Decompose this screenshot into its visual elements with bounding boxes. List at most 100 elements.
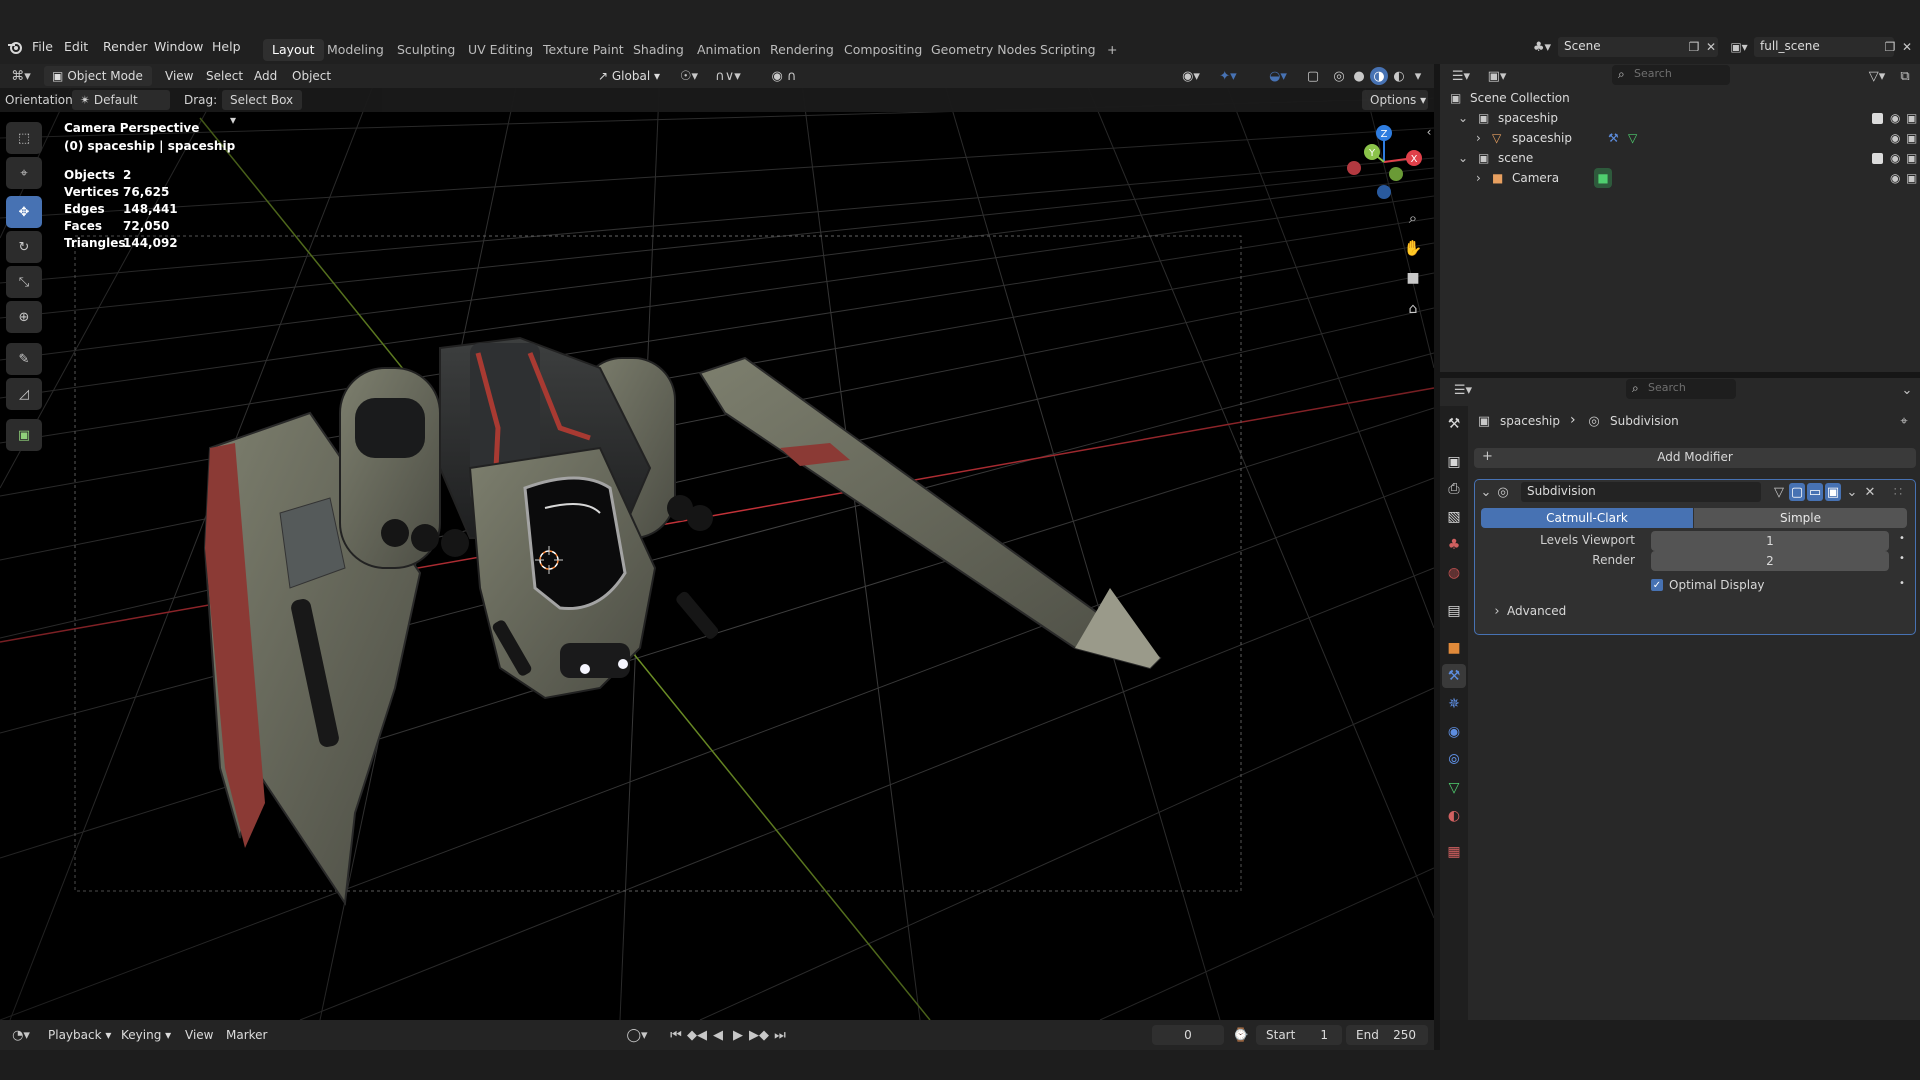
breadcrumb-modifier[interactable]: Subdivision (1610, 414, 1679, 428)
lock-camera-icon[interactable]: ⌂ (1402, 298, 1424, 320)
simple-button[interactable]: Simple (1694, 508, 1907, 528)
outliner-row-camera[interactable]: › ■ Camera ■ ◉ ▣ (1448, 168, 1918, 188)
new-view-layer-icon[interactable]: ❐ (1882, 38, 1898, 56)
timeline-view-menu[interactable]: View (185, 1026, 213, 1044)
keyframe-dot-icon[interactable]: • (1899, 553, 1905, 564)
output-tab-icon[interactable]: ⎙ (1442, 477, 1466, 501)
keyframe-dot-icon[interactable]: • (1899, 578, 1905, 589)
catmull-clark-button[interactable]: Catmull-Clark (1481, 508, 1693, 528)
menu-add[interactable]: Add (254, 67, 277, 85)
jump-next-keyframe-icon[interactable]: ▶◆ (749, 1026, 769, 1044)
object-tab-icon[interactable]: ■ (1442, 636, 1466, 660)
properties-search-input[interactable]: ⌕ Search (1626, 379, 1736, 399)
outliner-row-spaceship-collection[interactable]: ⌄ ▣ spaceship ◉ ▣ (1448, 108, 1918, 128)
advanced-subpanel-header[interactable]: Advanced (1507, 604, 1566, 618)
keying-menu[interactable]: Keying ▾ (121, 1026, 171, 1044)
move-tool[interactable]: ✥ (6, 196, 42, 228)
zoom-icon[interactable]: ⌕ (1402, 207, 1424, 229)
camera-data-icon[interactable]: ■ (1594, 168, 1612, 188)
clock-icon[interactable]: ⌚ (1232, 1026, 1250, 1044)
view-layer-tab-icon[interactable]: ▧ (1442, 505, 1466, 529)
physics-tab-icon[interactable]: ◉ (1442, 720, 1466, 744)
advanced-chevron-icon[interactable]: › (1491, 602, 1503, 620)
new-collection-icon[interactable]: ⧉ (1896, 67, 1914, 85)
render-camera-icon[interactable]: ▣ (1906, 108, 1917, 128)
tab-compositing[interactable]: Compositing (835, 39, 931, 61)
measure-tool[interactable]: ◿ (6, 378, 42, 410)
filter-icon[interactable]: ▽▾ (1864, 67, 1890, 85)
pivot-point-icon[interactable]: ☉▾ (676, 67, 702, 85)
tab-texture-paint[interactable]: Texture Paint (534, 39, 633, 61)
texture-tab-icon[interactable]: ▦ (1442, 840, 1466, 864)
tab-sculpting[interactable]: Sculpting (388, 39, 464, 61)
area-divider[interactable] (1440, 372, 1920, 378)
eye-icon[interactable]: ◉ (1890, 108, 1900, 128)
eye-icon[interactable]: ◉ (1890, 168, 1900, 188)
collection-tab-icon[interactable]: ▤ (1442, 599, 1466, 623)
expand-chevron-icon[interactable]: › (1476, 168, 1481, 188)
current-frame-field[interactable]: 0 (1152, 1025, 1224, 1045)
optimal-display-label[interactable]: Optimal Display (1669, 578, 1765, 592)
outliner-editor-icon[interactable]: ☰▾ (1448, 67, 1474, 85)
outliner-row-scene-collection[interactable]: ⌄ ▣ scene ◉ ▣ (1448, 148, 1918, 168)
eye-icon[interactable]: ◉ (1890, 128, 1900, 148)
collapse-chevron-icon[interactable]: ⌄ (1479, 483, 1493, 501)
navigation-gizmo[interactable]: Z X Y (1340, 120, 1430, 210)
jump-end-icon[interactable]: ⏭ (772, 1026, 788, 1044)
close-icon[interactable]: ✕ (1900, 38, 1914, 56)
modifiers-tab-icon[interactable]: ⚒ (1442, 664, 1466, 688)
menu-window[interactable]: Window (154, 38, 203, 56)
material-preview-shading-icon[interactable]: ◑ (1370, 67, 1388, 85)
play-icon[interactable]: ▶ (730, 1026, 746, 1044)
keyframe-dot-icon[interactable]: • (1899, 533, 1905, 544)
rotate-tool[interactable]: ↻ (6, 231, 42, 263)
expand-chevron-icon[interactable]: ⌄ (1458, 108, 1468, 128)
viewport-display-toggle-icon[interactable]: ▭ (1807, 483, 1823, 501)
menu-object[interactable]: Object (292, 67, 331, 85)
mesh-data-icon[interactable]: ▽ (1628, 128, 1637, 148)
timeline-editor-icon[interactable]: ◔▾ (8, 1026, 34, 1044)
add-workspace-button[interactable]: + (1098, 39, 1126, 61)
scale-tool[interactable]: ⤡ (6, 266, 42, 298)
blender-logo-icon[interactable] (6, 38, 24, 56)
menu-render[interactable]: Render (103, 38, 148, 56)
outliner-row-spaceship-mesh[interactable]: › ▽ spaceship ⚒ ▽ ◉ ▣ (1448, 128, 1918, 148)
modifier-name-field[interactable]: Subdivision (1521, 482, 1761, 502)
wireframe-shading-icon[interactable]: ◎ (1330, 67, 1348, 85)
tab-shading[interactable]: Shading (624, 39, 693, 61)
drag-dropdown[interactable]: Select Box ▾ (222, 90, 302, 127)
breadcrumb-object[interactable]: spaceship (1500, 414, 1560, 428)
playback-menu[interactable]: Playback ▾ (48, 1026, 111, 1044)
new-scene-icon[interactable]: ❐ (1686, 38, 1702, 56)
exclude-checkbox[interactable] (1872, 153, 1883, 164)
tool-tab-icon[interactable]: ⚒ (1442, 412, 1466, 436)
scene-icon[interactable]: ♣▾ (1530, 38, 1554, 56)
particles-tab-icon[interactable]: ✵ (1442, 692, 1466, 716)
close-icon[interactable]: ✕ (1704, 38, 1718, 56)
tab-uv-editing[interactable]: UV Editing (459, 39, 542, 61)
start-frame-field[interactable]: Start 1 (1256, 1025, 1342, 1045)
jump-start-icon[interactable]: ⏮ (668, 1026, 684, 1044)
render-camera-icon[interactable]: ▣ (1906, 168, 1917, 188)
render-toggle-icon[interactable]: ▣ (1825, 483, 1841, 501)
solid-shading-icon[interactable]: ● (1350, 67, 1368, 85)
options-dropdown[interactable]: Options ▾ (1362, 90, 1428, 110)
rendered-shading-icon[interactable]: ◐ (1390, 67, 1408, 85)
overlays-toggle-icon[interactable]: ◒▾ (1262, 67, 1294, 85)
properties-editor-icon[interactable]: ☰▾ (1450, 381, 1476, 399)
3d-viewport[interactable] (0, 68, 1434, 1020)
modifier-wrench-icon[interactable]: ⚒ (1608, 128, 1619, 148)
pan-hand-icon[interactable]: ✋ (1402, 237, 1424, 259)
editor-type-icon[interactable]: ⌘▾ (8, 67, 34, 85)
expand-chevron-icon[interactable]: ⌄ (1458, 148, 1468, 168)
modifier-menu-icon[interactable]: ⌄ (1845, 483, 1859, 501)
constraints-tab-icon[interactable]: ⦾ (1442, 748, 1466, 772)
close-icon[interactable]: ✕ (1863, 483, 1877, 501)
render-camera-icon[interactable]: ▣ (1906, 148, 1917, 168)
exclude-checkbox[interactable] (1872, 113, 1883, 124)
eye-icon[interactable]: ◉ (1890, 148, 1900, 168)
data-tab-icon[interactable]: ▽ (1442, 776, 1466, 800)
menu-file[interactable]: File (32, 38, 53, 56)
cursor-tool[interactable]: ⌖ (6, 157, 42, 189)
orientation-dropdown[interactable]: ✴ Default (72, 90, 170, 110)
